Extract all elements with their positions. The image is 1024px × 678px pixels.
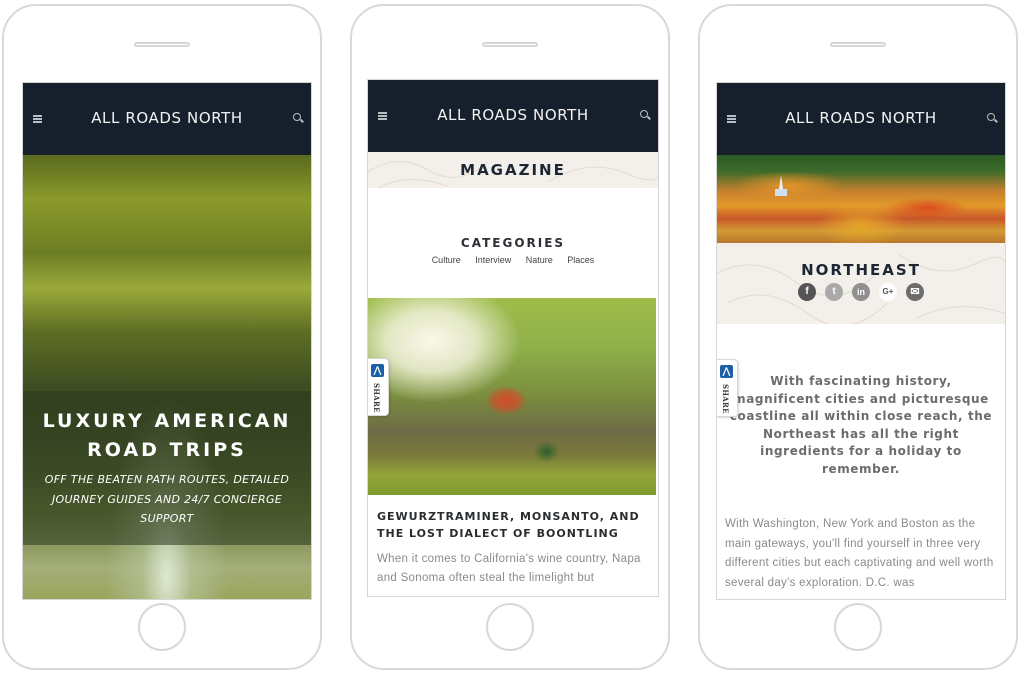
home-button: [834, 603, 882, 651]
section-banner: MAGAZINE: [368, 152, 658, 188]
section-title: NORTHEAST: [801, 261, 921, 279]
facebook-icon[interactable]: f: [798, 283, 816, 301]
categories-heading: CATEGORIES: [460, 236, 566, 250]
social-share-row: f t in G+ ✉: [717, 283, 1005, 301]
email-icon[interactable]: ✉: [906, 283, 924, 301]
site-header: ALL ROADS NORTH: [368, 80, 658, 152]
google-plus-icon[interactable]: G+: [879, 283, 897, 301]
section-banner: NORTHEAST f t in G+ ✉: [717, 243, 1005, 324]
phone-screen: ALL ROADS NORTH NORTHEAST f t in G+ ✉ Wi: [716, 82, 1006, 600]
site-logo[interactable]: ALL ROADS NORTH: [23, 109, 311, 127]
article-image[interactable]: [368, 298, 656, 495]
phone-screen: ALL ROADS NORTH MAGAZINE CATEGORIES Cult…: [367, 79, 659, 597]
share-button[interactable]: ⋀ SHARE: [717, 359, 738, 417]
share-logo-icon: ⋀: [720, 365, 733, 378]
article-title[interactable]: GEWURZTRAMINER, MONSANTO, AND THE LOST D…: [377, 508, 650, 542]
share-label: SHARE: [721, 384, 730, 414]
search-icon[interactable]: [293, 113, 303, 123]
category-link-culture[interactable]: Culture: [432, 255, 461, 265]
share-button[interactable]: ⋀ SHARE: [368, 358, 389, 416]
site-logo[interactable]: ALL ROADS NORTH: [717, 109, 1005, 127]
section-title: MAGAZINE: [460, 161, 566, 179]
church-body: [775, 189, 787, 196]
phone-speaker: [830, 42, 886, 47]
search-icon[interactable]: [987, 113, 997, 123]
hero-overlay: LUXURY AMERICAN ROAD TRIPS OFF THE BEATE…: [23, 391, 311, 545]
category-link-nature[interactable]: Nature: [526, 255, 553, 265]
site-header: ALL ROADS NORTH: [717, 83, 1005, 155]
hero-subtitle: OFF THE BEATEN PATH ROUTES, DETAILED JOU…: [44, 473, 290, 525]
categories-list: Culture Interview Nature Places: [368, 255, 658, 265]
region-intro: With fascinating history, magnificent ci…: [729, 374, 993, 476]
share-label: SHARE: [372, 383, 381, 413]
hero-image: LUXURY AMERICAN ROAD TRIPS OFF THE BEATE…: [23, 155, 311, 599]
site-header: ALL ROADS NORTH: [23, 83, 311, 155]
search-icon[interactable]: [640, 110, 650, 120]
region-image: [717, 155, 1005, 243]
article-excerpt: When it comes to California's wine count…: [377, 553, 641, 584]
phone-mockup-magazine: ALL ROADS NORTH MAGAZINE CATEGORIES Cult…: [350, 4, 670, 670]
phone-mockup-region: ALL ROADS NORTH NORTHEAST f t in G+ ✉ Wi: [698, 4, 1018, 670]
category-link-places[interactable]: Places: [567, 255, 594, 265]
home-button: [486, 603, 534, 651]
hero-title-line-1: LUXURY AMERICAN: [42, 410, 292, 432]
phone-speaker: [134, 42, 190, 47]
linkedin-icon[interactable]: in: [852, 283, 870, 301]
region-body-text: With Washington, New York and Boston as …: [725, 518, 994, 589]
phone-mockup-home: ALL ROADS NORTH LUXURY AMERICAN ROAD TRI…: [2, 4, 322, 670]
hero-title: LUXURY AMERICAN ROAD TRIPS: [23, 407, 311, 465]
category-link-interview[interactable]: Interview: [475, 255, 511, 265]
phone-screen: ALL ROADS NORTH LUXURY AMERICAN ROAD TRI…: [22, 82, 312, 600]
church-steeple: [779, 175, 783, 189]
home-button: [138, 603, 186, 651]
share-logo-icon: ⋀: [371, 364, 384, 377]
site-logo[interactable]: ALL ROADS NORTH: [368, 106, 658, 124]
phone-speaker: [482, 42, 538, 47]
twitter-icon[interactable]: t: [825, 283, 843, 301]
hero-title-line-2: ROAD TRIPS: [87, 439, 247, 461]
